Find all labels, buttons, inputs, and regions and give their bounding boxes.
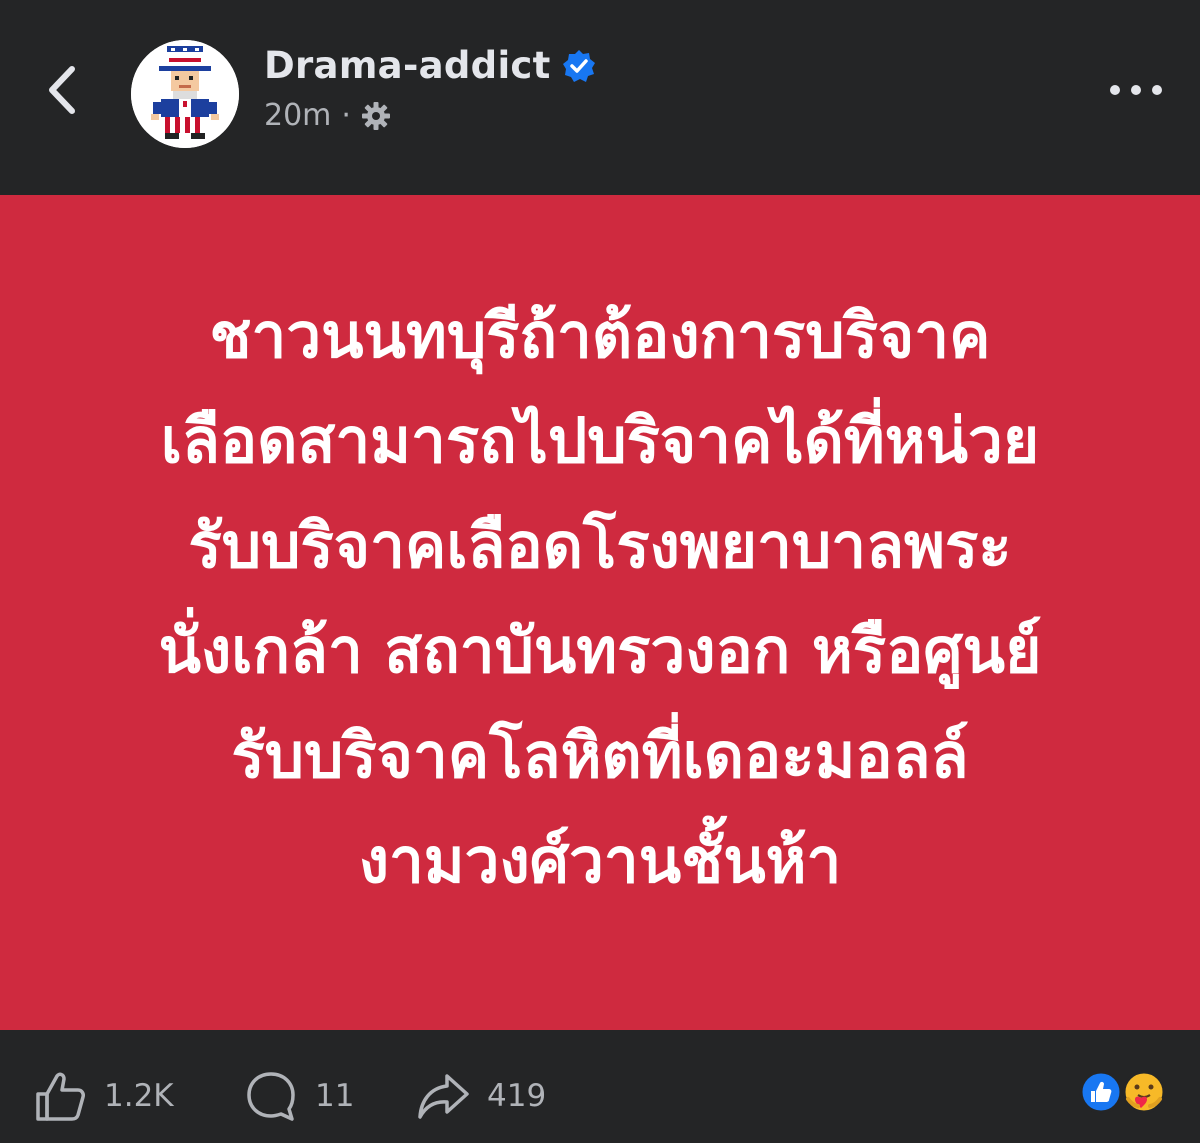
share-count: 419 bbox=[487, 1078, 547, 1114]
back-button[interactable] bbox=[38, 55, 94, 125]
action-bar: 1.2K 11 419 bbox=[0, 1030, 1200, 1143]
thumbs-up-icon bbox=[36, 1072, 85, 1121]
avatar[interactable] bbox=[131, 40, 239, 148]
reactions-summary[interactable] bbox=[1078, 1069, 1174, 1115]
post-text-line: งามวงศ์วานชั้นห้า bbox=[358, 823, 842, 897]
meta-separator: · bbox=[341, 98, 351, 133]
post-meta: 20m · bbox=[264, 98, 391, 133]
comment-count: 11 bbox=[315, 1078, 355, 1114]
author-name[interactable]: Drama-addict bbox=[264, 44, 551, 87]
share-button[interactable]: 419 bbox=[415, 1068, 546, 1124]
like-reaction-icon bbox=[1079, 1070, 1123, 1114]
post-text-line: เลือดสามารถไปบริจาคได้ที่หน่วย bbox=[160, 403, 1040, 477]
pixel-uncle-sam-avatar-icon bbox=[131, 40, 239, 148]
comment-bubble-icon bbox=[247, 1072, 295, 1121]
verified-badge-icon bbox=[562, 49, 595, 82]
more-options-button[interactable] bbox=[1106, 78, 1166, 102]
post-background-card: ชาวนนทบุรีถ้าต้องการบริจาค เลือดสามารถไป… bbox=[0, 195, 1200, 1030]
post-header: Drama-addict 20m · bbox=[0, 0, 1200, 195]
like-count: 1.2K bbox=[104, 1078, 174, 1114]
post-text-line: นั่งเกล้า สถาบันทรวงอก หรือศูนย์ bbox=[158, 613, 1042, 687]
care-reaction-icon bbox=[1122, 1070, 1166, 1114]
timestamp[interactable]: 20m bbox=[264, 98, 331, 133]
author-row: Drama-addict bbox=[264, 44, 597, 87]
post-text-line: รับบริจาคเลือดโรงพยาบาลพระ bbox=[188, 508, 1012, 582]
post-text: ชาวนนทบุรีถ้าต้องการบริจาค เลือดสามารถไป… bbox=[80, 283, 1120, 943]
chevron-left-icon bbox=[49, 66, 75, 114]
post-text-line: ชาวนนทบุรีถ้าต้องการบริจาค bbox=[209, 298, 991, 372]
like-button[interactable]: 1.2K bbox=[32, 1068, 174, 1124]
gear-icon bbox=[361, 101, 390, 130]
comment-button[interactable]: 11 bbox=[243, 1068, 354, 1124]
more-dots-icon bbox=[1110, 85, 1162, 95]
share-arrow-icon bbox=[418, 1074, 469, 1119]
post-text-line: รับบริจาคโลหิตที่เดอะมอลล์ bbox=[231, 718, 969, 792]
